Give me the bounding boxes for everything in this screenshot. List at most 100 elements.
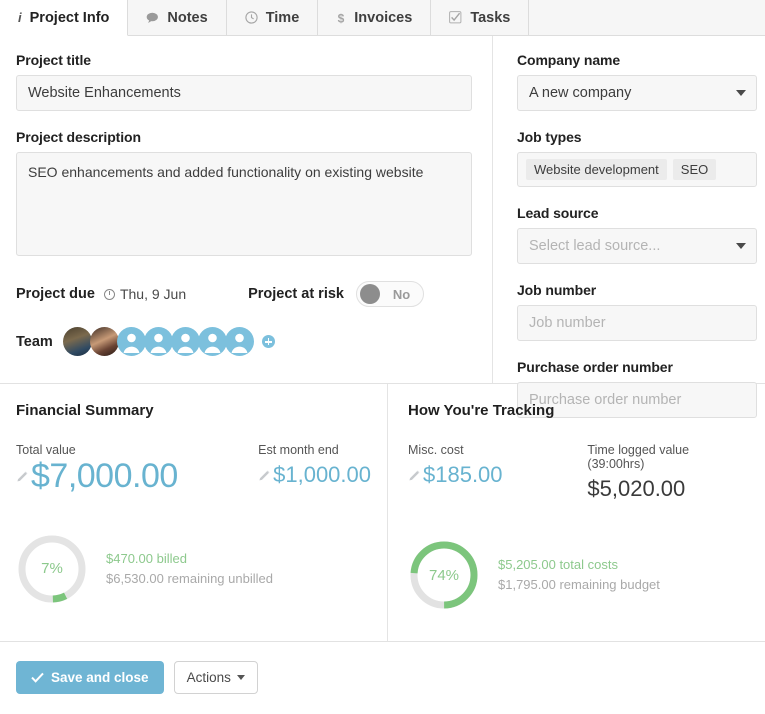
job-number-input[interactable]	[517, 305, 757, 341]
clock-icon	[245, 11, 258, 24]
tab-label: Project Info	[29, 9, 110, 26]
project-due-date: Thu, 9 Jun	[119, 286, 187, 302]
budget-donut-legend: $5,205.00 total costs $1,795.00 remainin…	[498, 555, 660, 595]
company-name-group: Company name	[517, 52, 757, 111]
project-title-group: Project title	[16, 52, 472, 111]
tab-notes[interactable]: Notes	[128, 0, 227, 35]
svg-text:$: $	[338, 11, 345, 25]
lead-source-select[interactable]	[517, 228, 757, 264]
lead-source-select-wrap	[517, 228, 757, 264]
save-and-close-button[interactable]: Save and close	[16, 661, 164, 694]
info-icon: i	[18, 10, 22, 25]
misc-cost-amount[interactable]: $185.00	[423, 462, 503, 487]
avatar-placeholder[interactable]	[116, 327, 146, 356]
unbilled-amount-line: $6,530.00 remaining unbilled	[106, 570, 273, 586]
purchase-order-label: Purchase order number	[517, 359, 673, 375]
edit-pencil-icon[interactable]	[408, 469, 421, 482]
total-value-amount[interactable]: $7,000.00	[31, 458, 178, 495]
time-logged-row: $5,020.00	[587, 476, 749, 501]
company-name-label: Company name	[517, 52, 621, 68]
avatar-placeholder[interactable]	[197, 327, 227, 356]
misc-cost-row: $185.00	[408, 462, 587, 487]
budget-progress-row: 74% $5,205.00 total costs $1,795.00 rema…	[408, 539, 749, 611]
tracking-panel: How You're Tracking Misc. cost $185.00 T…	[388, 384, 765, 641]
job-type-chip[interactable]: Website development	[526, 159, 667, 180]
tracking-title: How You're Tracking	[408, 402, 555, 419]
est-month-end-label: Est month end	[258, 443, 339, 457]
misc-cost-metric: Misc. cost $185.00	[408, 443, 587, 501]
project-description-label: Project description	[16, 129, 141, 145]
avatar-placeholder[interactable]	[143, 327, 173, 356]
job-number-group: Job number	[517, 282, 757, 341]
lead-source-label: Lead source	[517, 205, 599, 221]
project-at-risk-toggle[interactable]: No	[356, 281, 424, 307]
tab-bar: i Project Info Notes Time $ Invoices Tas…	[0, 0, 765, 36]
footer-action-bar: Save and close Actions	[0, 642, 765, 713]
edit-pencil-icon[interactable]	[258, 469, 271, 482]
save-and-close-label: Save and close	[51, 670, 149, 685]
project-at-risk-label: Project at risk	[248, 286, 344, 302]
actions-button[interactable]: Actions	[173, 661, 258, 694]
job-type-chip[interactable]: SEO	[672, 159, 717, 180]
clock-icon	[103, 288, 115, 300]
tab-invoices[interactable]: $ Invoices	[318, 0, 432, 35]
comment-icon	[146, 12, 159, 24]
tab-label: Tasks	[470, 9, 511, 26]
misc-cost-label: Misc. cost	[408, 443, 464, 457]
billed-donut-legend: $470.00 billed $6,530.00 remaining unbil…	[106, 549, 273, 589]
project-description-group: Project description	[16, 129, 472, 259]
tab-label: Notes	[167, 9, 208, 26]
project-due-value-wrap[interactable]: Thu, 9 Jun	[103, 286, 187, 302]
avatar[interactable]	[89, 327, 119, 356]
tab-tasks[interactable]: Tasks	[431, 0, 530, 35]
project-title-input[interactable]	[16, 75, 472, 111]
dollar-icon: $	[336, 11, 346, 25]
time-logged-label: Time logged value (39:00hrs)	[587, 443, 690, 471]
tab-label: Time	[265, 9, 300, 26]
job-types-group: Job types Website development SEO	[517, 129, 757, 187]
total-value-label: Total value	[16, 443, 76, 457]
billed-amount-line: $470.00 billed	[106, 550, 187, 566]
team-label: Team	[16, 333, 53, 350]
project-due-label: Project due	[16, 286, 95, 302]
avatar[interactable]	[62, 327, 92, 356]
avatar-placeholder[interactable]	[170, 327, 200, 356]
billed-donut-chart: 7%	[16, 533, 88, 605]
est-month-end-amount[interactable]: $1,000.00	[273, 462, 371, 487]
avatar-placeholder[interactable]	[224, 327, 254, 356]
project-info-left-column: Project title Project description Projec…	[0, 36, 493, 383]
tab-project-info[interactable]: i Project Info	[0, 0, 129, 36]
toggle-knob	[360, 284, 380, 304]
actions-label: Actions	[186, 670, 231, 685]
total-value-metric: Total value $7,000.00	[16, 443, 258, 495]
add-team-member-icon[interactable]	[261, 335, 275, 348]
chevron-down-icon	[236, 675, 245, 680]
toggle-state-label: No	[392, 286, 411, 302]
team-row: Team	[16, 327, 472, 356]
project-info-panel: Project title Project description Projec…	[0, 36, 765, 418]
company-name-select-wrap	[517, 75, 757, 111]
project-description-textarea[interactable]	[16, 152, 472, 256]
job-number-label: Job number	[517, 282, 597, 298]
remaining-budget-line: $1,795.00 remaining budget	[498, 577, 660, 593]
tab-bar-filler	[529, 0, 765, 35]
est-month-end-metric: Est month end $1,000.00	[258, 443, 371, 495]
financial-summary-title: Financial Summary	[16, 402, 154, 419]
job-types-field[interactable]: Website development SEO	[517, 152, 757, 187]
time-logged-amount: $5,020.00	[587, 476, 686, 501]
edit-pencil-icon[interactable]	[16, 470, 29, 483]
checkbox-icon	[449, 11, 462, 24]
tracking-metrics: Misc. cost $185.00 Time logged value (39…	[408, 443, 749, 501]
summary-panels: Financial Summary Total value $7,000.00 …	[0, 384, 765, 642]
financial-summary-metrics: Total value $7,000.00 Est month end $1,0…	[16, 443, 371, 495]
company-name-select[interactable]	[517, 75, 757, 111]
project-at-risk-wrap: Project at risk No	[248, 281, 472, 307]
project-title-label: Project title	[16, 52, 91, 68]
check-icon	[31, 672, 44, 683]
job-types-label: Job types	[517, 129, 582, 145]
tab-time[interactable]: Time	[226, 0, 319, 35]
total-value-row: $7,000.00	[16, 458, 258, 495]
financial-summary-panel: Financial Summary Total value $7,000.00 …	[0, 384, 388, 641]
tab-label: Invoices	[354, 9, 413, 26]
budget-donut-chart: 74%	[408, 539, 480, 611]
